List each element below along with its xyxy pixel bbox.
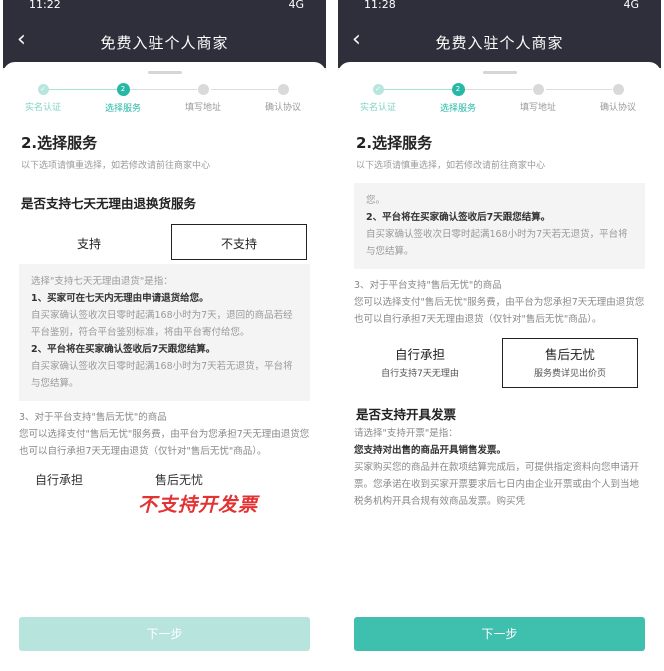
section-title: 2.选择服务 xyxy=(356,134,433,152)
next-button[interactable]: 下一步 xyxy=(19,617,310,651)
status-time: 11:22 xyxy=(29,0,61,11)
step-label: 实名认证 xyxy=(359,103,396,113)
drag-handle[interactable] xyxy=(147,71,182,74)
status-bar: 11:28 4G xyxy=(338,0,661,16)
step-agreement: 确认协议 xyxy=(583,84,653,113)
invoice-intro: 请选择"支持开票"是指： xyxy=(354,428,458,439)
next-button[interactable]: 下一步 xyxy=(354,617,645,651)
step-choose-service: 2 选择服务 xyxy=(423,83,493,114)
explanation-tail: 您。 xyxy=(366,195,386,206)
step-real-name: ✓ 实名认证 xyxy=(8,84,78,113)
option-label: 不支持 xyxy=(220,237,257,251)
step-dot xyxy=(612,84,624,95)
after-sales-section: 3、对于平台支持"售后无忧"的商品 您可以选择支付"售后无忧"服务费，由平台为您… xyxy=(354,277,645,328)
step-real-name: ✓ 实名认证 xyxy=(343,84,413,113)
drag-handle[interactable] xyxy=(482,71,517,74)
step-address: 填写地址 xyxy=(168,84,238,113)
after-sales-body: 您可以选择支付"售后无忧"服务费，由平台为您承担7天无理由退货您也可以自行承担7… xyxy=(19,429,310,457)
option-label: 售后无忧 xyxy=(544,347,595,362)
step-number: 2 xyxy=(451,83,465,96)
no-invoice-annotation: 不支持开发票 xyxy=(138,494,259,516)
after-sales-title: 3、对于平台支持"售后无忧"的商品 xyxy=(354,280,502,291)
return-policy-question: 是否支持七天无理由退换货服务 xyxy=(21,196,197,211)
step-label: 填写地址 xyxy=(184,103,221,113)
after-sales-body: 您可以选择支付"售后无忧"服务费，由平台为您承担7天无理由退货您也可以自行承担7… xyxy=(354,297,645,325)
page-title: 免费入驻个人商家 xyxy=(435,34,564,52)
explanation-point-1: 1、买家可在七天内无理由申请退货给您。 xyxy=(31,293,209,304)
after-sales-section: 3、对于平台支持"售后无忧"的商品 您可以选择支付"售后无忧"服务费，由平台为您… xyxy=(19,409,310,489)
option-label: 自行承担 xyxy=(394,347,445,362)
explanation-detail-2: 自买家确认签收次日零时起满168小时为7天若无退货，平台将与您结算。 xyxy=(31,361,293,389)
content-sheet: ✓ 实名认证 2 选择服务 填写地址 确认协议 2.选择服务 以下选项请慎重选择… xyxy=(338,62,661,671)
after-sales-worry-free-option[interactable]: 售后无忧 服务费详见出价页 xyxy=(502,338,638,388)
step-choose-service: 2 选择服务 xyxy=(88,83,158,114)
step-label: 确认协议 xyxy=(599,103,636,113)
policy-explanation: 选择"支持七天无理由退货"是指： 1、买家可在七天内无理由申请退货给您。 自买家… xyxy=(19,264,310,401)
option-label: 支持 xyxy=(76,237,101,251)
invoice-body: 买家购买您的商品并在款项结算完成后，可提供指定资料向您申请开票。您承诺在收到买家… xyxy=(354,462,640,507)
left-screen: 11:22 4G ‹ 免费入驻个人商家 ✓ 实名认证 2 选择服务 填写地址 确… xyxy=(3,0,326,671)
option-sublabel: 自行支持7天无理由 xyxy=(381,369,459,379)
progress-steps: ✓ 实名认证 2 选择服务 填写地址 确认协议 xyxy=(3,83,326,124)
option-sublabel: 服务费详见出价页 xyxy=(533,369,606,379)
step-label: 确认协议 xyxy=(264,103,301,113)
explanation-point-2: 2、平台将在买家确认签收后7天跟您结算。 xyxy=(31,344,216,355)
step-label: 实名认证 xyxy=(24,103,61,113)
status-bar: 11:22 4G xyxy=(3,0,326,16)
step-label: 选择服务 xyxy=(104,104,141,114)
page-title: 免费入驻个人商家 xyxy=(100,34,229,52)
explanation-point-2: 2、平台将在买家确认签收后7天跟您结算。 xyxy=(366,212,551,223)
network-indicator: 4G xyxy=(623,0,639,11)
status-time: 11:28 xyxy=(364,0,396,11)
invoice-explanation: 请选择"支持开票"是指： 您支持对出售的商品开具销售发票。 买家购买您的商品并在… xyxy=(354,425,645,510)
scroll-fade xyxy=(3,571,326,611)
not-support-option[interactable]: 不支持 xyxy=(171,224,307,260)
check-icon: ✓ xyxy=(372,84,384,95)
section-subtitle: 以下选项请慎重选择，如若修改请前往商家中心 xyxy=(21,161,211,171)
step-label: 填写地址 xyxy=(519,103,556,113)
step-dot xyxy=(532,84,544,95)
progress-steps: ✓ 实名认证 2 选择服务 填写地址 确认协议 xyxy=(338,83,661,124)
network-indicator: 4G xyxy=(288,0,304,11)
step-address: 填写地址 xyxy=(503,84,573,113)
step-dot xyxy=(277,84,289,95)
after-sales-title: 3、对于平台支持"售后无忧"的商品 xyxy=(19,412,167,423)
partial-options: 自行承担 售后无忧 xyxy=(35,473,204,487)
return-policy-options: 支持 不支持 xyxy=(3,224,326,264)
section-subtitle: 以下选项请慎重选择，如若修改请前往商家中心 xyxy=(356,161,546,171)
policy-explanation: 您。 2、平台将在买家确认签收后7天跟您结算。 自买家确认签收次日零时起满168… xyxy=(354,183,645,269)
section-title: 2.选择服务 xyxy=(21,134,98,152)
check-icon: ✓ xyxy=(37,84,49,95)
step-agreement: 确认协议 xyxy=(248,84,318,113)
invoice-question: 是否支持开具发票 xyxy=(356,407,457,422)
explanation-intro: 选择"支持七天无理由退货"是指： xyxy=(31,276,173,287)
nav-header: ‹ 免费入驻个人商家 xyxy=(338,16,661,68)
explanation-detail-2: 自买家确认签收次日零时起满168小时为7天若无退货，平台将与您结算。 xyxy=(366,229,628,257)
explanation-detail-1: 自买家确认签收次日零时起满168小时为7天，退回的商品若经平台鉴别，符合平台鉴别… xyxy=(31,310,293,338)
self-bear-option[interactable]: 自行承担 自行支持7天无理由 xyxy=(352,338,488,388)
nav-header: ‹ 免费入驻个人商家 xyxy=(3,16,326,68)
right-screen: 11:28 4G ‹ 免费入驻个人商家 ✓ 实名认证 2 选择服务 填写地址 确… xyxy=(338,0,661,671)
step-label: 选择服务 xyxy=(439,104,476,114)
invoice-statement: 您支持对出售的商品开具销售发票。 xyxy=(354,445,507,456)
content-sheet: ✓ 实名认证 2 选择服务 填写地址 确认协议 2.选择服务 以下选项请慎重选择… xyxy=(3,62,326,671)
after-sales-options: 自行承担 自行支持7天无理由 售后无忧 服务费详见出价页 xyxy=(338,338,661,390)
support-option[interactable]: 支持 xyxy=(21,224,157,260)
step-number: 2 xyxy=(116,83,130,96)
step-dot xyxy=(197,84,209,95)
